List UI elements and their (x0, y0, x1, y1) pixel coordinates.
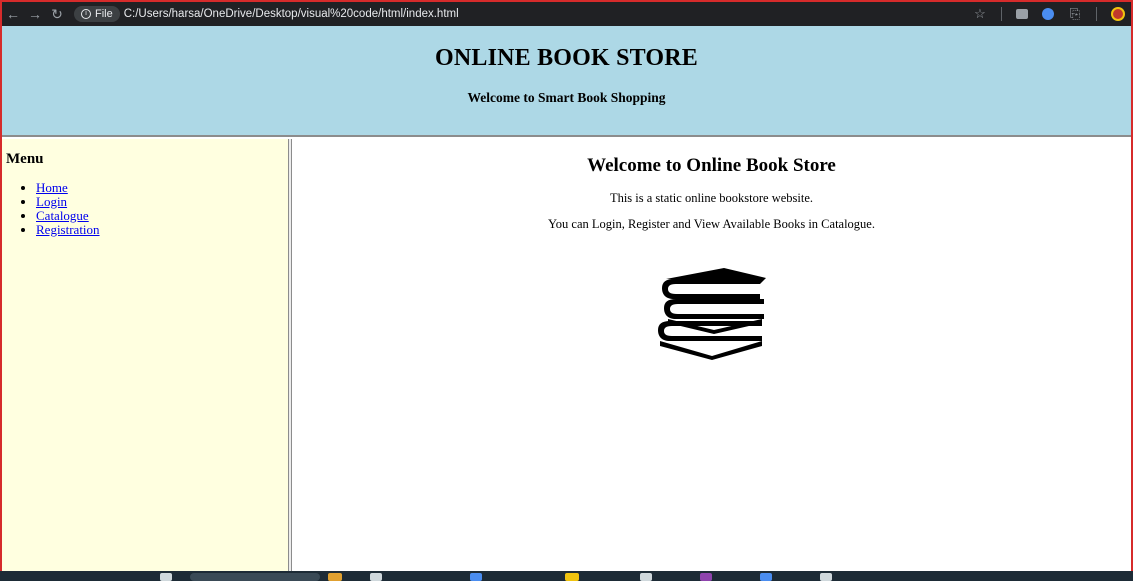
toolbar-separator (1001, 7, 1002, 21)
taskbar-app-icon[interactable] (700, 573, 712, 581)
address-bar-url[interactable]: C:/Users/harsa/OneDrive/Desktop/visual%2… (124, 8, 459, 20)
menu-item-registration: Registration (36, 223, 288, 237)
taskbar-app-icon[interactable] (565, 573, 579, 581)
puzzle-icon[interactable]: ⎘ (1068, 6, 1082, 21)
login-link[interactable]: Login (36, 194, 67, 209)
site-info-chip[interactable]: i File (74, 6, 120, 22)
instructions-text: You can Login, Register and View Availab… (548, 217, 875, 231)
star-icon[interactable]: ☆ (973, 6, 987, 21)
main-content: Welcome to Online Book Store This is a s… (292, 139, 1131, 571)
back-icon[interactable]: ← (2, 3, 24, 25)
menu-list: Home Login Catalogue Registration (6, 181, 288, 237)
browser-toolbar: ← → ↻ i File C:/Users/harsa/OneDrive/Des… (2, 2, 1131, 26)
taskbar (0, 571, 1133, 581)
content-title: Welcome to Online Book Store (587, 155, 836, 176)
site-chip-label: File (95, 8, 113, 20)
registration-link[interactable]: Registration (36, 222, 100, 237)
taskbar-app-icon[interactable] (640, 573, 652, 581)
menu-item-catalogue: Catalogue (36, 209, 288, 223)
books-icon (657, 268, 766, 360)
sidebar-menu: Menu Home Login Catalogue Registration (2, 139, 288, 571)
site-header: ONLINE BOOK STORE Welcome to Smart Book … (2, 26, 1131, 137)
profile-icon[interactable] (1111, 7, 1125, 21)
page-title: ONLINE BOOK STORE (434, 45, 699, 71)
home-link[interactable]: Home (36, 180, 68, 195)
info-icon: i (81, 9, 91, 19)
taskbar-app-icon[interactable] (470, 573, 482, 581)
taskbar-app-icon[interactable] (370, 573, 382, 581)
menu-title: Menu (6, 151, 44, 167)
start-icon[interactable] (160, 573, 172, 581)
reload-icon[interactable]: ↻ (46, 3, 68, 25)
taskbar-search[interactable] (190, 573, 320, 581)
menu-item-login: Login (36, 195, 288, 209)
taskbar-app-icon[interactable] (820, 573, 832, 581)
toolbar-separator (1096, 7, 1097, 21)
intro-text: This is a static online bookstore websit… (609, 191, 814, 205)
menu-item-home: Home (36, 181, 288, 195)
extension-icon[interactable] (1016, 9, 1028, 19)
taskbar-app-icon[interactable] (328, 573, 342, 581)
forward-icon[interactable]: → (24, 3, 46, 25)
catalogue-link[interactable]: Catalogue (36, 208, 89, 223)
extension-icon[interactable] (1042, 8, 1054, 20)
toolbar-actions: ☆ ⎘ (973, 4, 1125, 24)
taskbar-app-icon[interactable] (760, 573, 772, 581)
page-subtitle: Welcome to Smart Book Shopping (467, 90, 666, 105)
